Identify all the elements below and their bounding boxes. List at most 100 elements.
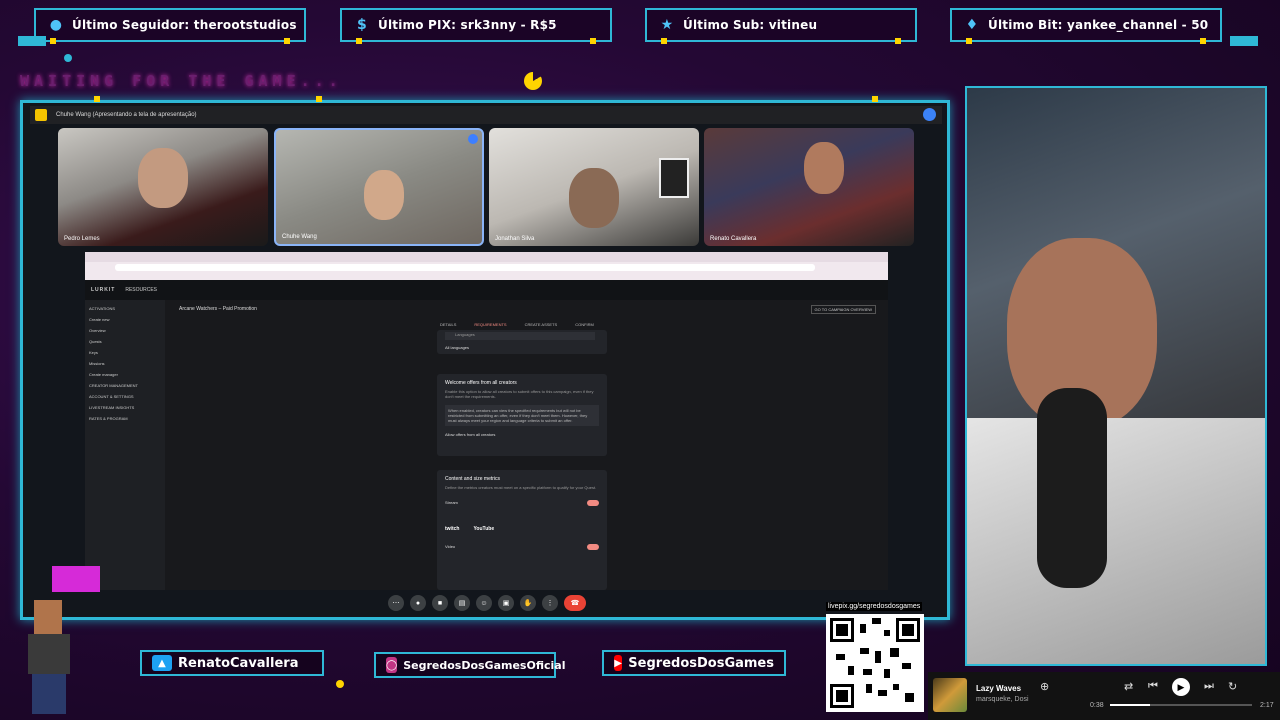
qr-url: livepix.gg/segredosdosgames	[826, 602, 923, 611]
go-to-overview-button[interactable]: GO TO CAMPAIGN OVERVIEW	[810, 305, 876, 314]
sidebar-item-creator-management[interactable]: CREATOR MANAGEMENT	[89, 383, 161, 388]
more-options-icon[interactable]: ⋯	[388, 595, 404, 611]
add-icon[interactable]: ⊕	[1040, 680, 1049, 693]
sidebar-item-missions[interactable]: Missions	[89, 361, 161, 366]
pin-icon[interactable]	[923, 108, 936, 121]
participant-tile[interactable]: Pedro Lemes	[58, 128, 268, 246]
last-follower-alert: ● Último Seguidor: therootstudios	[34, 8, 306, 44]
streamer-webcam	[965, 86, 1267, 666]
sidebar-item-create-manager[interactable]: Create manager	[89, 372, 161, 377]
last-pix-text: Último PIX: srk3nny - R$5	[378, 18, 557, 32]
instagram-handle: ◯ SegredosDosGamesOficial	[374, 652, 565, 678]
stream-toggle[interactable]	[587, 500, 599, 506]
meet-top-bar: Chuhe Wang (Apresentando a tela de apres…	[30, 106, 942, 124]
step-confirm[interactable]: CONFIRM	[575, 322, 594, 327]
repeat-icon[interactable]: ↻	[1228, 680, 1237, 693]
participant-tile[interactable]: Jonathan Silva	[489, 128, 699, 246]
call-controls: ⋯ ● ■ ▤ ☺ ▣ ✋ ⋮ ☎	[388, 594, 586, 612]
content-metrics-panel: Content and size metrics Define the metr…	[437, 470, 607, 590]
last-sub-alert: ★ Último Sub: vitineu	[645, 8, 917, 44]
decor-dot	[872, 96, 878, 102]
participant-name: Chuhe Wang	[282, 234, 317, 240]
youtube-text: SegredosDosGames	[628, 655, 774, 671]
present-icon[interactable]: ▣	[498, 595, 514, 611]
track-artist: marsqueke, Dosi	[976, 696, 1029, 703]
instagram-icon: ◯	[386, 657, 398, 673]
video-toggle[interactable]	[587, 544, 599, 550]
step-create-assets[interactable]: CREATE ASSETS	[525, 322, 558, 327]
all-languages-chip[interactable]: All languages	[445, 345, 469, 350]
camera-icon[interactable]: ■	[432, 595, 448, 611]
youtube-handle: ▶ SegredosDosGames	[602, 650, 786, 676]
last-bit-alert: ♦ Último Bit: yankee_channel - 50	[950, 8, 1222, 44]
presenter-text: Chuhe Wang (Apresentando a tela de apres…	[56, 112, 197, 118]
participant-tile-active[interactable]: Chuhe Wang	[274, 128, 484, 246]
participant-video	[569, 168, 619, 228]
twitter-handle: ▲ RenatoCavallera	[140, 650, 324, 676]
sidebar-item-quests[interactable]: Quests	[89, 339, 161, 344]
last-pix-alert: $ Último PIX: srk3nny - R$5	[340, 8, 612, 44]
languages-input[interactable]: Languages	[445, 332, 595, 340]
step-details[interactable]: DETAILS	[440, 322, 456, 327]
raise-hand-icon[interactable]: ✋	[520, 595, 536, 611]
mic-icon[interactable]: ●	[410, 595, 426, 611]
stepper: DETAILS REQUIREMENTS CREATE ASSETS CONFI…	[440, 322, 594, 327]
more-icon[interactable]: ⋮	[542, 595, 558, 611]
progress-bar[interactable]	[1110, 704, 1252, 706]
address-bar[interactable]	[115, 264, 815, 271]
decor-bar-left	[18, 36, 46, 46]
participant-name: Renato Cavallera	[710, 236, 757, 242]
music-player: Lazy Waves marsqueke, Dosi ⊕ ⇄ ⏮ ▶ ⏭ ↻ 0…	[928, 672, 1280, 720]
allow-offers-checkbox[interactable]: Allow offers from all creators	[445, 432, 599, 437]
qr-pattern	[830, 618, 920, 708]
step-requirements[interactable]: REQUIREMENTS	[474, 322, 506, 327]
avatar-body	[28, 634, 70, 674]
participant-tile[interactable]: Renato Cavallera	[704, 128, 914, 246]
browser-tabs[interactable]	[85, 252, 888, 262]
end-call-button[interactable]: ☎	[564, 595, 586, 611]
microphone	[1037, 388, 1107, 588]
twitch-option[interactable]: twitch	[445, 526, 459, 532]
star-icon: ★	[660, 17, 674, 33]
previous-icon[interactable]: ⏮	[1148, 680, 1158, 693]
sidebar-item-account-settings[interactable]: ACCOUNT & SETTINGS	[89, 394, 161, 399]
participant-video	[804, 142, 844, 194]
twitter-text: RenatoCavallera	[178, 655, 299, 671]
space-invader-icon	[52, 566, 100, 592]
shared-screen: LURKIT RESOURCES ACTIVATIONS Create new …	[85, 252, 888, 590]
welcome-note: When enabled, creators can view the spec…	[445, 405, 599, 426]
next-icon[interactable]: ⏭	[1204, 680, 1214, 693]
pixel-avatar	[4, 594, 88, 720]
participant-video	[364, 170, 404, 220]
app-sidebar: ACTIVATIONS Create new Overview Quests K…	[85, 300, 165, 590]
decor-dot	[94, 96, 100, 102]
sidebar-item-create-new[interactable]: Create new	[89, 317, 161, 322]
sidebar-item-overview[interactable]: Overview	[89, 328, 161, 333]
track-title: Lazy Waves	[976, 684, 1022, 693]
streamer-shirt	[967, 418, 1265, 664]
sidebar-item-rates-program[interactable]: RATES & PROGRAM	[89, 416, 161, 421]
decor-dot	[336, 680, 344, 688]
last-bit-text: Último Bit: yankee_channel - 50	[988, 18, 1209, 32]
app-header: LURKIT RESOURCES	[85, 280, 888, 300]
youtube-option[interactable]: YouTube	[473, 526, 494, 532]
meet-logo-icon	[35, 109, 47, 121]
wall-logo	[659, 158, 689, 198]
stream-label: Stream	[445, 500, 458, 505]
album-art	[933, 678, 967, 712]
app-nav-resources[interactable]: RESOURCES	[125, 287, 157, 293]
content-title: Content and size metrics	[445, 476, 501, 482]
avatar-head	[34, 600, 62, 634]
last-follower-text: Último Seguidor: therootstudios	[72, 18, 297, 32]
shuffle-icon[interactable]: ⇄	[1124, 680, 1133, 693]
sidebar-item-keys[interactable]: Keys	[89, 350, 161, 355]
sidebar-item-livestream-insights[interactable]: LIVESTREAM INSIGHTS	[89, 405, 161, 410]
instagram-text: SegredosDosGamesOficial	[403, 658, 566, 672]
captions-icon[interactable]: ▤	[454, 595, 470, 611]
play-icon[interactable]: ▶	[1172, 678, 1190, 696]
app-main: Arcane Watchers – Paid Promotion GO TO C…	[165, 300, 888, 590]
emoji-icon[interactable]: ☺	[476, 595, 492, 611]
platform-row: twitch YouTube	[445, 526, 599, 532]
sidebar-item-activations[interactable]: ACTIVATIONS	[89, 306, 161, 311]
last-sub-text: Último Sub: vitineu	[683, 18, 818, 32]
